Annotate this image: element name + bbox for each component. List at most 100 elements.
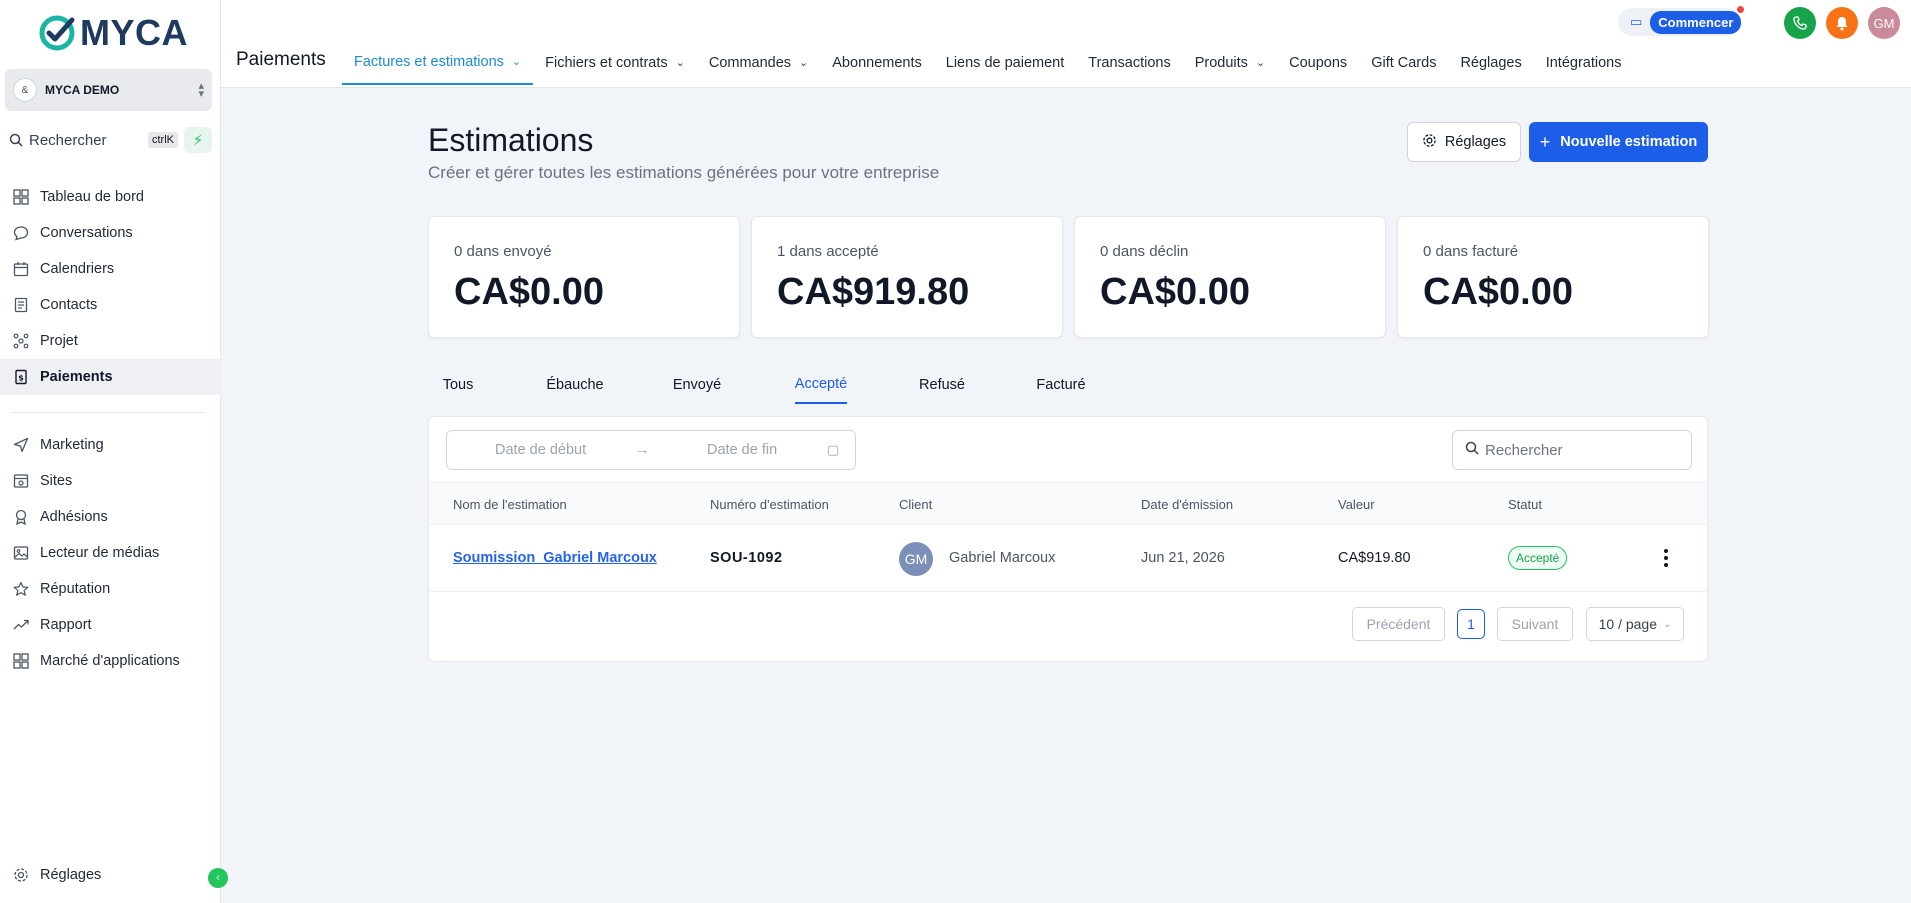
pagination-next-button[interactable]: Suivant [1497, 607, 1573, 641]
sidebar-item-project[interactable]: Projet [0, 323, 221, 359]
new-estimate-button[interactable]: + Nouvelle estimation [1529, 122, 1708, 162]
search-shortcut-badge: ctrlK [148, 132, 178, 148]
sidebar-item-report[interactable]: Rapport [0, 607, 221, 643]
sidebar-item-contacts[interactable]: Contacts [0, 287, 221, 323]
sidebar-item-label: Réglages [40, 867, 102, 883]
media-icon [12, 544, 30, 562]
table-header: Nom de l'estimation Numéro d'estimation … [429, 482, 1707, 525]
collapse-sidebar-button[interactable]: ‹ [208, 868, 228, 888]
table-search-input[interactable]: Rechercher [1452, 430, 1692, 470]
filter-tab-sent[interactable]: Envoyé [673, 366, 721, 404]
tab-files-contracts[interactable]: Fichiers et contrats ⌄ [533, 40, 697, 85]
tab-coupons[interactable]: Coupons [1277, 40, 1359, 85]
stat-card-invoiced: 0 dans facturé CA$0.00 [1397, 216, 1709, 338]
more-options-icon[interactable] [1660, 544, 1672, 572]
sidebar-item-label: Calendriers [40, 261, 115, 277]
section-title: Paiements [236, 49, 326, 70]
tab-orders[interactable]: Commandes ⌄ [697, 40, 820, 85]
sidebar-item-calendars[interactable]: Calendriers [0, 251, 221, 287]
table-row[interactable]: Soumission_Gabriel Marcoux SOU-1092 GM G… [429, 525, 1707, 592]
membership-icon [12, 508, 30, 526]
sidebar-item-dashboard[interactable]: Tableau de bord [0, 179, 221, 215]
tab-subscriptions[interactable]: Abonnements [820, 40, 933, 85]
sidebar-item-memberships[interactable]: Adhésions [0, 499, 221, 535]
stat-label: 0 dans facturé [1423, 243, 1519, 260]
pagination-page-1[interactable]: 1 [1457, 609, 1485, 639]
calendar-icon: ▢ [827, 442, 840, 457]
filter-tab-invoiced[interactable]: Facturé [1036, 366, 1085, 404]
estimates-table-card: Date de début → Date de fin ▢ Rechercher… [428, 416, 1708, 662]
pagination-previous-button[interactable]: Précédent [1352, 607, 1445, 641]
page-size-value: 10 / page [1598, 616, 1657, 632]
dashboard-icon [12, 188, 30, 206]
account-switcher[interactable]: & MYCA DEMO ▴ ▾ [5, 69, 212, 111]
settings-button[interactable]: Réglages [1407, 122, 1521, 162]
issue-date: Jun 21, 2026 [1141, 550, 1225, 566]
date-end-input[interactable]: Date de fin [707, 442, 777, 458]
tab-label: Liens de paiement [945, 54, 1065, 71]
tab-label: Gift Cards [1371, 54, 1437, 71]
filter-tab-accepted[interactable]: Accepté [795, 366, 847, 404]
chevron-down-icon: ⌄ [511, 56, 522, 68]
quick-action-bolt-icon[interactable]: ⚡ [184, 127, 212, 153]
date-start-input[interactable]: Date de début [495, 442, 586, 458]
tab-gift-cards[interactable]: Gift Cards [1359, 40, 1448, 85]
get-started-button[interactable]: Commencer [1650, 10, 1742, 34]
sidebar-item-reputation[interactable]: Réputation [0, 571, 221, 607]
chat-icon [12, 224, 30, 242]
card-icon: ▭ [1630, 14, 1643, 29]
column-header-value: Valeur [1338, 497, 1375, 512]
column-header-status: Statut [1508, 497, 1542, 512]
search-icon [1465, 441, 1479, 459]
sidebar-item-label: Lecteur de médias [40, 545, 160, 561]
sidebar-nav-primary: Tableau de bord Conversations Calendrier… [0, 179, 221, 395]
app-logo[interactable]: MYCA [38, 12, 188, 53]
date-range-picker[interactable]: Date de début → Date de fin ▢ [446, 430, 856, 470]
logo-text: MYCA [80, 12, 188, 53]
tab-products[interactable]: Produits ⌄ [1183, 40, 1277, 85]
tab-transactions[interactable]: Transactions [1076, 40, 1182, 85]
filter-tab-all[interactable]: Tous [443, 366, 474, 404]
phone-button[interactable] [1784, 7, 1816, 39]
svg-text:$: $ [18, 374, 24, 383]
sidebar-item-conversations[interactable]: Conversations [0, 215, 221, 251]
sidebar-item-media[interactable]: Lecteur de médias [0, 535, 221, 571]
sidebar-item-payments[interactable]: $ Paiements [0, 359, 221, 395]
gear-icon [12, 866, 30, 884]
sidebar-item-app-marketplace[interactable]: Marché d'applications [0, 643, 221, 679]
stat-card-sent: 0 dans envoyé CA$0.00 [428, 216, 740, 338]
tab-label: Fichiers et contrats [545, 54, 668, 71]
account-name: MYCA DEMO [45, 83, 120, 97]
sidebar-item-label: Sites [40, 473, 73, 489]
notifications-button[interactable] [1826, 7, 1858, 39]
tab-label: Réglages [1460, 54, 1522, 71]
logo-check-icon [39, 15, 75, 51]
sidebar-item-label: Contacts [40, 297, 98, 313]
chevron-updown-icon: ▴ ▾ [198, 80, 204, 100]
tab-label: Coupons [1289, 54, 1348, 71]
tab-label: Commandes [708, 54, 792, 71]
sidebar-search[interactable]: Rechercher ctrlK [5, 128, 184, 152]
tab-payment-links[interactable]: Liens de paiement [934, 40, 1077, 85]
filter-tab-refused[interactable]: Refusé [919, 366, 965, 404]
filter-tab-draft[interactable]: Ébauche [546, 366, 603, 404]
sidebar-item-sites[interactable]: Sites [0, 463, 221, 499]
tab-settings[interactable]: Réglages [1448, 40, 1533, 85]
column-header-number: Numéro d'estimation [710, 497, 829, 512]
page-title: Estimations [428, 122, 594, 158]
sidebar-item-label: Marketing [40, 437, 104, 453]
tab-integrations[interactable]: Intégrations [1534, 40, 1634, 85]
estimate-name-link[interactable]: Soumission_Gabriel Marcoux [453, 550, 657, 566]
sidebar-item-label: Conversations [40, 225, 133, 241]
chevron-left-icon: ‹ [216, 872, 220, 884]
tab-invoices-estimates[interactable]: Factures et estimations ⌄ [342, 40, 534, 85]
report-icon [12, 616, 30, 634]
sidebar-item-marketing[interactable]: Marketing [0, 427, 221, 463]
user-avatar[interactable]: GM [1868, 7, 1900, 39]
plus-icon: + [1539, 131, 1551, 152]
sidebar-item-settings[interactable]: Réglages [0, 857, 221, 893]
column-header-client: Client [899, 497, 933, 512]
get-started-pill[interactable]: ▭ Commencer [1618, 8, 1742, 36]
page-size-select[interactable]: 10 / page ⌄ [1586, 607, 1684, 641]
stat-card-declined: 0 dans déclin CA$0.00 [1074, 216, 1386, 338]
